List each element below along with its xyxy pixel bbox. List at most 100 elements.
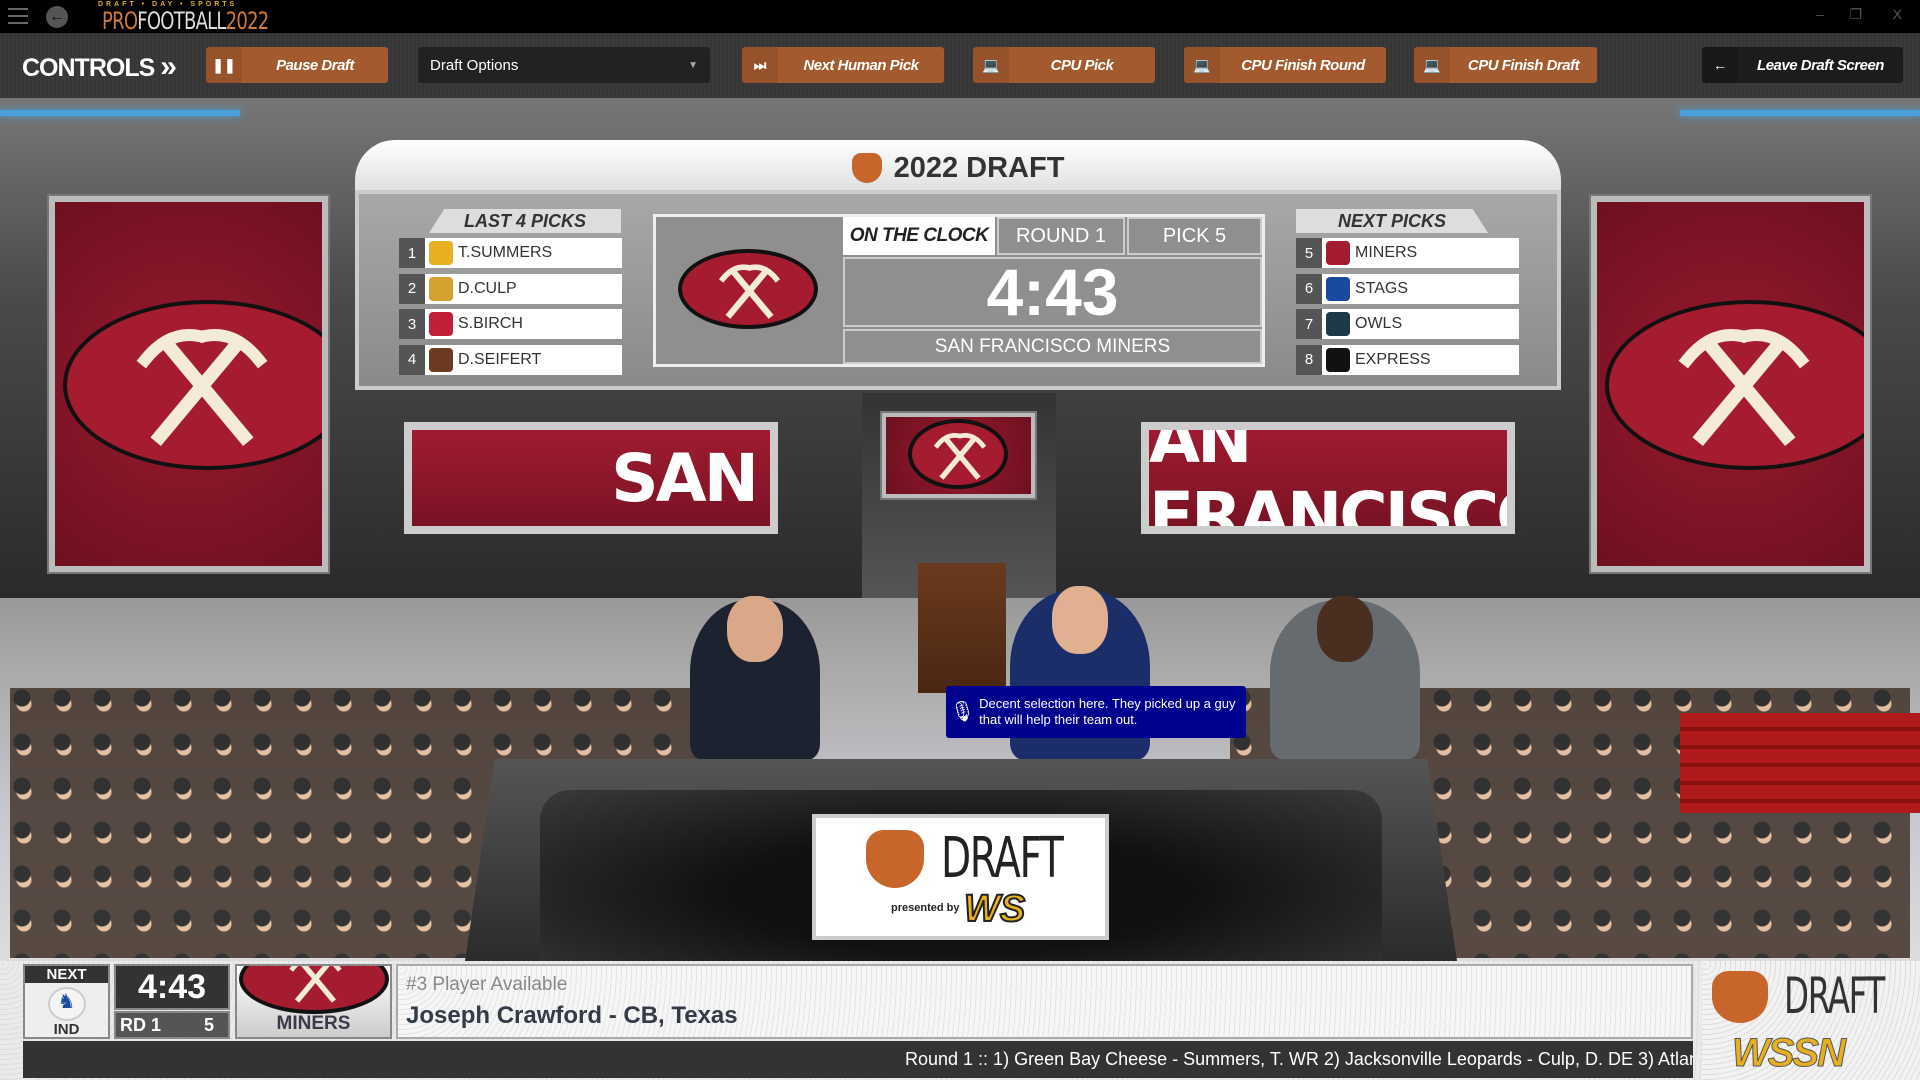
cpu-finish-round-button[interactable]: 💻 CPU Finish Round <box>1184 47 1386 83</box>
round-pick-box: RD 1 5 <box>114 1011 230 1039</box>
center-screen <box>882 413 1035 498</box>
player-info-box: #3 Player Available Joseph Crawford - CB… <box>396 964 1693 1039</box>
team-logo-icon <box>1326 347 1350 372</box>
next-picks-header: NEXT PICKS <box>1296 209 1488 233</box>
pick-name: T.SUMMERS <box>458 244 553 261</box>
pick-cell: MINERS <box>1322 238 1519 268</box>
logo-network-text: WSSN <box>1732 1031 1847 1076</box>
minimize-button[interactable]: – <box>1816 6 1824 22</box>
left-team-panel <box>49 196 328 572</box>
pick-row: 5 MINERS <box>1296 238 1519 268</box>
pick-name: D.CULP <box>458 279 517 297</box>
pick-row: 1 T.SUMMERS <box>399 238 622 268</box>
ticker-clock: 4:43 <box>114 964 230 1010</box>
computer-icon: 💻 <box>1414 47 1450 83</box>
cpu-finish-round-label: CPU Finish Round <box>1241 56 1365 74</box>
miners-logo <box>239 966 389 1014</box>
pick-cell: S.BIRCH <box>425 309 622 339</box>
red-stairs <box>1680 713 1920 813</box>
pick-name: MINERS <box>1355 244 1418 261</box>
pause-icon: ❚❚ <box>206 47 242 83</box>
pick-number: 4 <box>399 344 425 375</box>
pick-name: EXPRESS <box>1355 350 1431 368</box>
ticker-text: Round 1 :: 1) Green Bay Cheese - Summers… <box>905 1049 1693 1069</box>
right-team-panel <box>1591 196 1870 572</box>
pick-cell: STAGS <box>1322 273 1519 304</box>
pick-cell: D.SEIFERT <box>425 344 622 375</box>
podium <box>918 563 1006 693</box>
pick-name: STAGS <box>1355 279 1409 297</box>
draft-shield-icon <box>866 830 924 888</box>
bottom-ticker-bar: NEXT ♞ IND 4:43 RD 1 5 MINERS #3 Player A… <box>0 961 1920 1080</box>
back-arrow-icon[interactable]: ← <box>46 6 68 28</box>
microphone-icon: 🎙 <box>949 701 976 723</box>
close-button[interactable]: X <box>1893 6 1902 22</box>
controls-toolbar: CONTROLS » ❚❚ Pause Draft Draft Options ▼ … <box>0 34 1920 98</box>
analyst-right <box>1270 596 1420 760</box>
ticker-team: MINERS <box>276 1013 351 1034</box>
pick-name: D.SEIFERT <box>458 350 542 368</box>
pick-number: 5 <box>1296 238 1322 268</box>
pick-row: 6 STAGS <box>1296 273 1519 304</box>
pick-row: 4 D.SEIFERT <box>399 344 622 375</box>
ticker-pick: 5 <box>203 1014 214 1035</box>
pick-label: PICK 5 <box>1127 217 1262 255</box>
pick-name: S.BIRCH <box>458 315 523 332</box>
team-logo-icon <box>1326 276 1350 301</box>
pick-cell: T.SUMMERS <box>425 238 622 268</box>
next-team-box: NEXT ♞ IND <box>23 964 110 1039</box>
pick-number: 7 <box>1296 309 1322 339</box>
analyst-left <box>690 596 820 760</box>
draft-title: 2022 DRAFT <box>893 151 1065 184</box>
leave-label: Leave Draft Screen <box>1757 56 1884 74</box>
team-box: MINERS <box>235 964 392 1039</box>
cpu-pick-label: CPU Pick <box>1050 56 1114 74</box>
sponsor-logo: WS <box>963 887 1026 931</box>
draft-header: 2022 DRAFT <box>355 140 1561 196</box>
ticker-round: RD 1 <box>120 1014 162 1035</box>
cpu-pick-button[interactable]: 💻 CPU Pick <box>973 47 1155 83</box>
pick-number: 2 <box>399 273 425 304</box>
next-team-abbr: IND <box>53 1021 80 1038</box>
ticker-strip: Round 1 :: 1) Green Bay Cheese - Summers… <box>23 1041 1693 1078</box>
desk-draft-text: DRAFT <box>941 826 1064 891</box>
title-bar: ← DRAFT • DAY • SPORTS PROFOOTBALL2022 –… <box>0 0 1920 34</box>
next-label: NEXT <box>25 966 108 983</box>
pick-cell: D.CULP <box>425 273 622 304</box>
restore-button[interactable]: ❐ <box>1849 6 1862 23</box>
stags-helmet-icon: ♞ <box>47 987 86 1021</box>
pick-cell: EXPRESS <box>1322 344 1519 375</box>
wssn-logo: DRAFT WSSN <box>1702 961 1920 1080</box>
cpu-finish-draft-button[interactable]: 💻 CPU Finish Draft <box>1414 47 1597 83</box>
last-picks-header: LAST 4 PICKS <box>429 209 621 233</box>
team-logo-icon <box>429 241 453 265</box>
next-human-pick-label: Next Human Pick <box>803 56 919 74</box>
brand-logo: PROFOOTBALL2022 <box>102 7 269 35</box>
cpu-finish-draft-label: CPU Finish Draft <box>1467 56 1580 74</box>
player-name: Joseph Crawford - CB, Texas <box>406 1002 738 1029</box>
controls-label: CONTROLS » <box>22 50 177 83</box>
player-rank: #3 Player Available <box>406 974 568 995</box>
team-logo-icon <box>429 347 453 372</box>
miners-logo <box>908 419 1008 489</box>
miners-logo <box>63 300 322 470</box>
next-human-pick-button[interactable]: ⏭ Next Human Pick <box>742 47 944 83</box>
fast-forward-icon: ⏭ <box>742 47 778 83</box>
draft-shield-icon <box>1712 971 1768 1023</box>
team-logo-icon <box>1326 312 1350 336</box>
stage-light <box>0 110 240 116</box>
chevron-down-icon: ▼ <box>688 59 698 71</box>
team-logo-icon <box>429 276 453 301</box>
round-label: ROUND 1 <box>997 217 1125 255</box>
hamburger-icon[interactable] <box>8 8 28 24</box>
leave-draft-screen-button[interactable]: ← Leave Draft Screen <box>1702 47 1903 83</box>
draft-options-dropdown[interactable]: Draft Options ▼ <box>418 47 710 83</box>
stage-light <box>1680 110 1920 116</box>
team-on-clock: SAN FRANCISCO MINERS <box>843 329 1262 364</box>
pause-draft-button[interactable]: ❚❚ Pause Draft <box>206 47 388 83</box>
pick-row: 8 EXPRESS <box>1296 344 1519 375</box>
pick-number: 6 <box>1296 273 1322 304</box>
commentary-bubble: 🎙 Decent selection here. They picked up … <box>946 686 1246 738</box>
left-banner: SAN <box>404 422 778 534</box>
desk-draft-logo: DRAFT presented by WS <box>812 814 1109 940</box>
